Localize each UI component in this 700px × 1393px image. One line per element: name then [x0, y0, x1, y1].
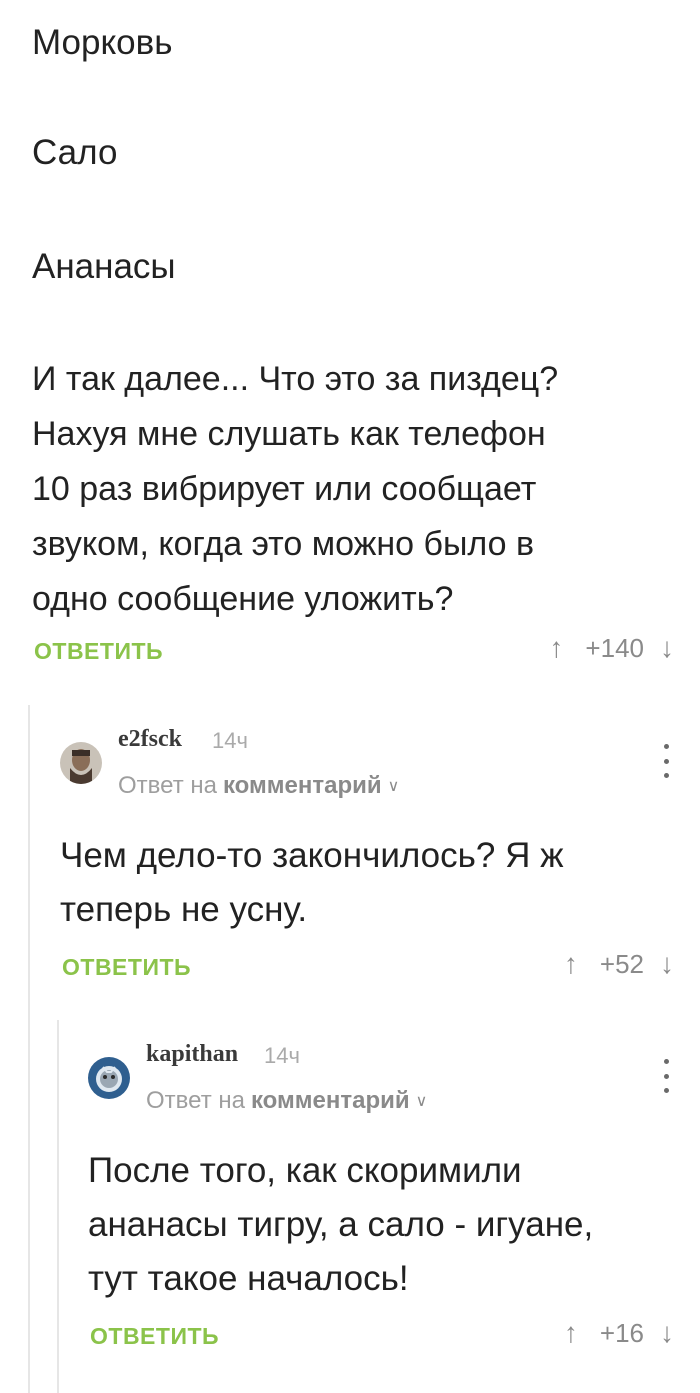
comment-text: После того, как скоримили ананасы тигру,…: [88, 1151, 594, 1298]
arrow-down-icon[interactable]: ↓: [656, 1317, 678, 1349]
user-avatar-icon: [88, 1057, 130, 1099]
avatar[interactable]: [60, 742, 102, 784]
post-line-2: Сало: [32, 133, 118, 172]
post-reply-button[interactable]: ОТВЕТИТЬ: [34, 638, 163, 665]
post-line-3: Ананасы: [32, 247, 176, 286]
arrow-down-icon[interactable]: ↓: [656, 948, 678, 980]
chevron-down-icon[interactable]: ∨: [388, 776, 400, 796]
user-avatar-icon: [60, 742, 102, 784]
comment-time: 14ч: [212, 728, 248, 753]
comment-score: +16: [599, 1317, 644, 1348]
post-votes: ↑ +140 ↓: [545, 632, 678, 664]
arrow-up-icon[interactable]: ↑: [545, 632, 567, 664]
thread-line-level-1: [28, 705, 30, 1393]
chevron-down-icon[interactable]: ∨: [416, 1091, 428, 1111]
comment-votes: ↑ +52 ↓: [560, 948, 678, 980]
reply-to-prefix: Ответ на: [118, 772, 217, 799]
post-body: И так далее... Что это за пиздец? Нахуя …: [32, 360, 559, 618]
comment-score: +52: [599, 948, 644, 979]
post-score: +140: [585, 632, 644, 663]
reply-to-target[interactable]: комментарий: [223, 772, 382, 800]
reply-to-link[interactable]: Ответ на комментарий ∨: [146, 1087, 427, 1115]
comment-reply-button[interactable]: ОТВЕТИТЬ: [62, 954, 191, 981]
arrow-up-icon[interactable]: ↑: [560, 1317, 582, 1349]
username[interactable]: kapithan: [146, 1041, 238, 1068]
username[interactable]: e2fsck: [118, 726, 182, 753]
post-line-1: Морковь: [32, 23, 173, 62]
reply-to-link[interactable]: Ответ на комментарий ∨: [118, 772, 399, 800]
arrow-down-icon[interactable]: ↓: [656, 632, 678, 664]
comment-votes: ↑ +16 ↓: [560, 1317, 678, 1349]
comment-reply-button[interactable]: ОТВЕТИТЬ: [90, 1323, 219, 1350]
thread-line-level-2: [57, 1020, 59, 1393]
reply-to-prefix: Ответ на: [146, 1087, 245, 1114]
more-vertical-icon[interactable]: [660, 744, 672, 778]
comment-time: 14ч: [264, 1043, 300, 1068]
avatar[interactable]: [88, 1057, 130, 1099]
more-vertical-icon[interactable]: [660, 1059, 672, 1093]
reply-to-target[interactable]: комментарий: [251, 1087, 410, 1115]
arrow-up-icon[interactable]: ↑: [560, 948, 582, 980]
comment-text: Чем дело-то закончилось? Я ж теперь не у…: [60, 836, 564, 929]
